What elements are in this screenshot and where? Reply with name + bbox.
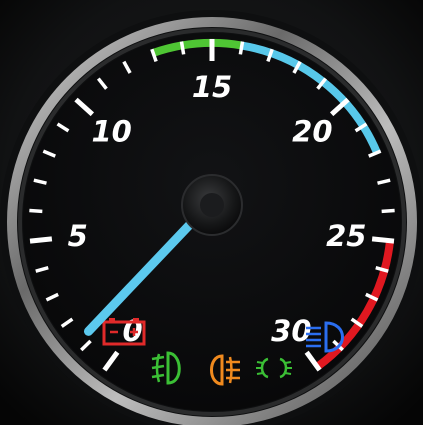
scale-label-5: 5: [68, 219, 88, 253]
scale-label-10: 10: [91, 115, 131, 149]
scale-label-20: 20: [292, 115, 332, 149]
minor-tick: [381, 208, 395, 214]
scale-label-30: 30: [271, 314, 311, 348]
minor-tick: [29, 208, 43, 214]
instrument-cluster: 0 5 10 15 20 25 30: [0, 0, 423, 425]
major-tick: [371, 236, 395, 244]
minor-tick: [179, 41, 186, 55]
speed-gauge: 051015202530: [0, 0, 423, 425]
needle-hub-cap: [200, 193, 224, 217]
major-tick: [29, 236, 53, 244]
scale-label-25: 25: [326, 219, 366, 253]
minor-tick: [238, 41, 245, 55]
scale-label-15: 15: [192, 70, 232, 104]
